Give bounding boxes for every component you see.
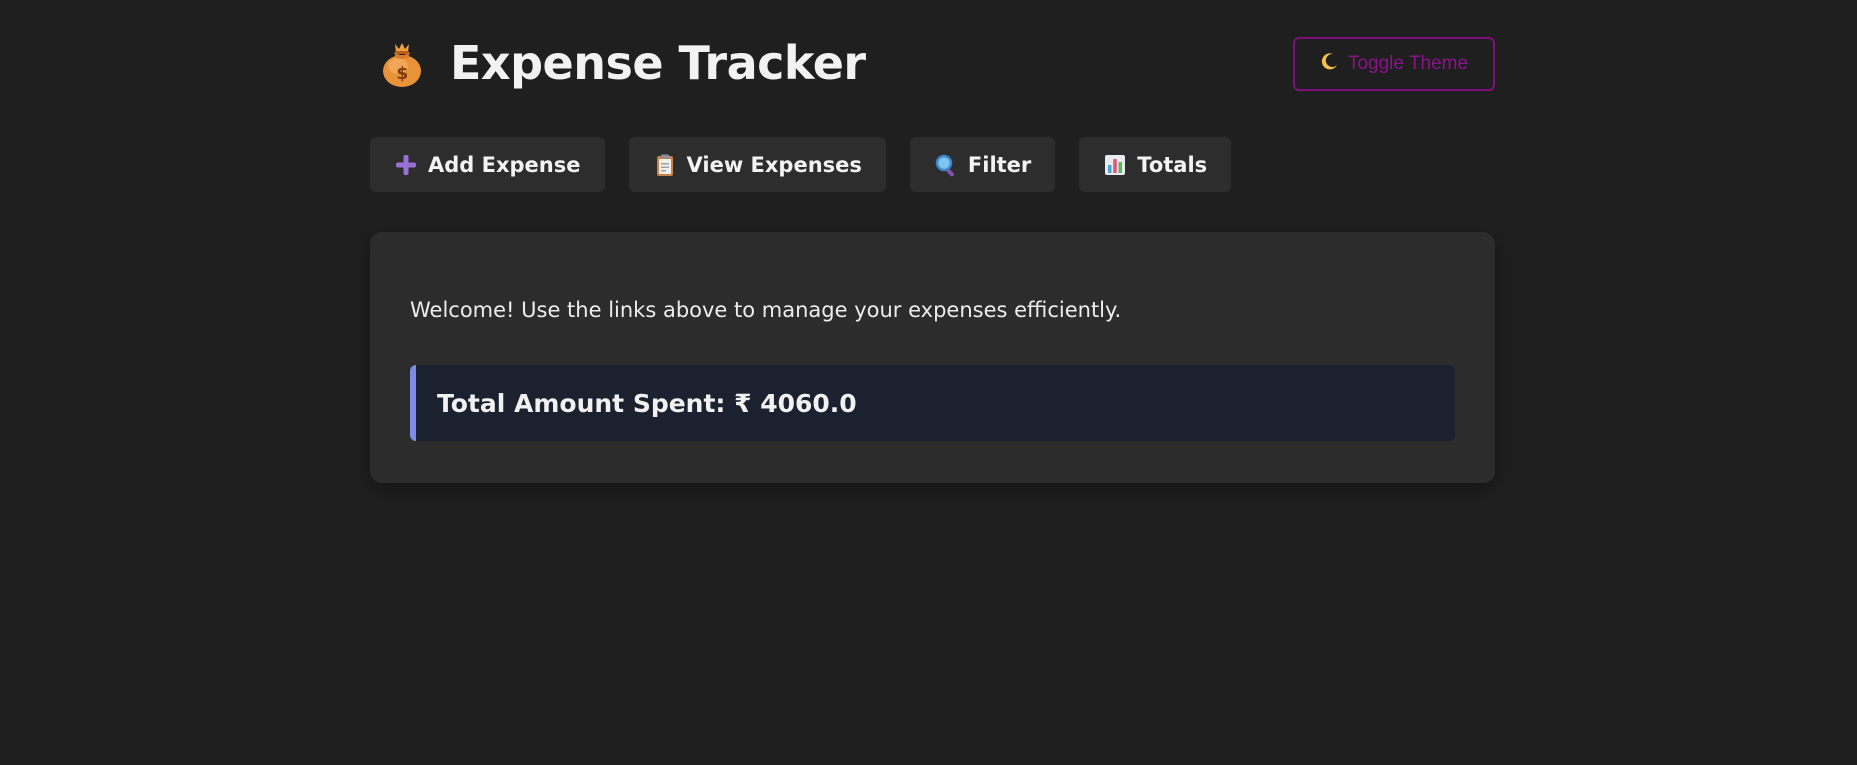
- totals-label: Totals: [1137, 152, 1208, 177]
- total-amount-text: Total Amount Spent: ₹ 4060.0: [437, 388, 857, 418]
- nav-bar: Add Expense View Expenses Filter Totals: [370, 137, 1232, 192]
- filter-button[interactable]: Filter: [909, 137, 1056, 192]
- clipboard-icon: [653, 153, 677, 177]
- view-expenses-button[interactable]: View Expenses: [628, 137, 886, 192]
- app-container: $ Expense Tracker Toggle Theme Add Expen…: [370, 0, 1495, 483]
- filter-label: Filter: [967, 152, 1032, 177]
- svg-text:$: $: [396, 64, 407, 84]
- page: $ Expense Tracker Toggle Theme Add Expen…: [0, 0, 1857, 765]
- header: $ Expense Tracker Toggle Theme: [370, 0, 1495, 137]
- money-bag-icon: $: [378, 38, 426, 88]
- magnifier-icon: [934, 153, 958, 177]
- page-title: Expense Tracker: [450, 36, 866, 90]
- crescent-moon-icon: [1320, 51, 1340, 77]
- toggle-theme-button[interactable]: Toggle Theme: [1293, 37, 1495, 91]
- welcome-text: Welcome! Use the links above to manage y…: [410, 298, 1122, 322]
- totals-button[interactable]: Totals: [1079, 137, 1232, 192]
- add-expense-label: Add Expense: [428, 152, 581, 177]
- total-summary-box: Total Amount Spent: ₹ 4060.0: [410, 365, 1455, 441]
- add-expense-button[interactable]: Add Expense: [370, 137, 605, 192]
- view-expenses-label: View Expenses: [686, 152, 862, 177]
- main-card: Welcome! Use the links above to manage y…: [370, 232, 1495, 483]
- page-title-row: $ Expense Tracker: [378, 36, 866, 90]
- plus-icon: [394, 153, 418, 177]
- toggle-theme-label: Toggle Theme: [1347, 53, 1469, 74]
- bar-chart-icon: [1103, 153, 1127, 177]
